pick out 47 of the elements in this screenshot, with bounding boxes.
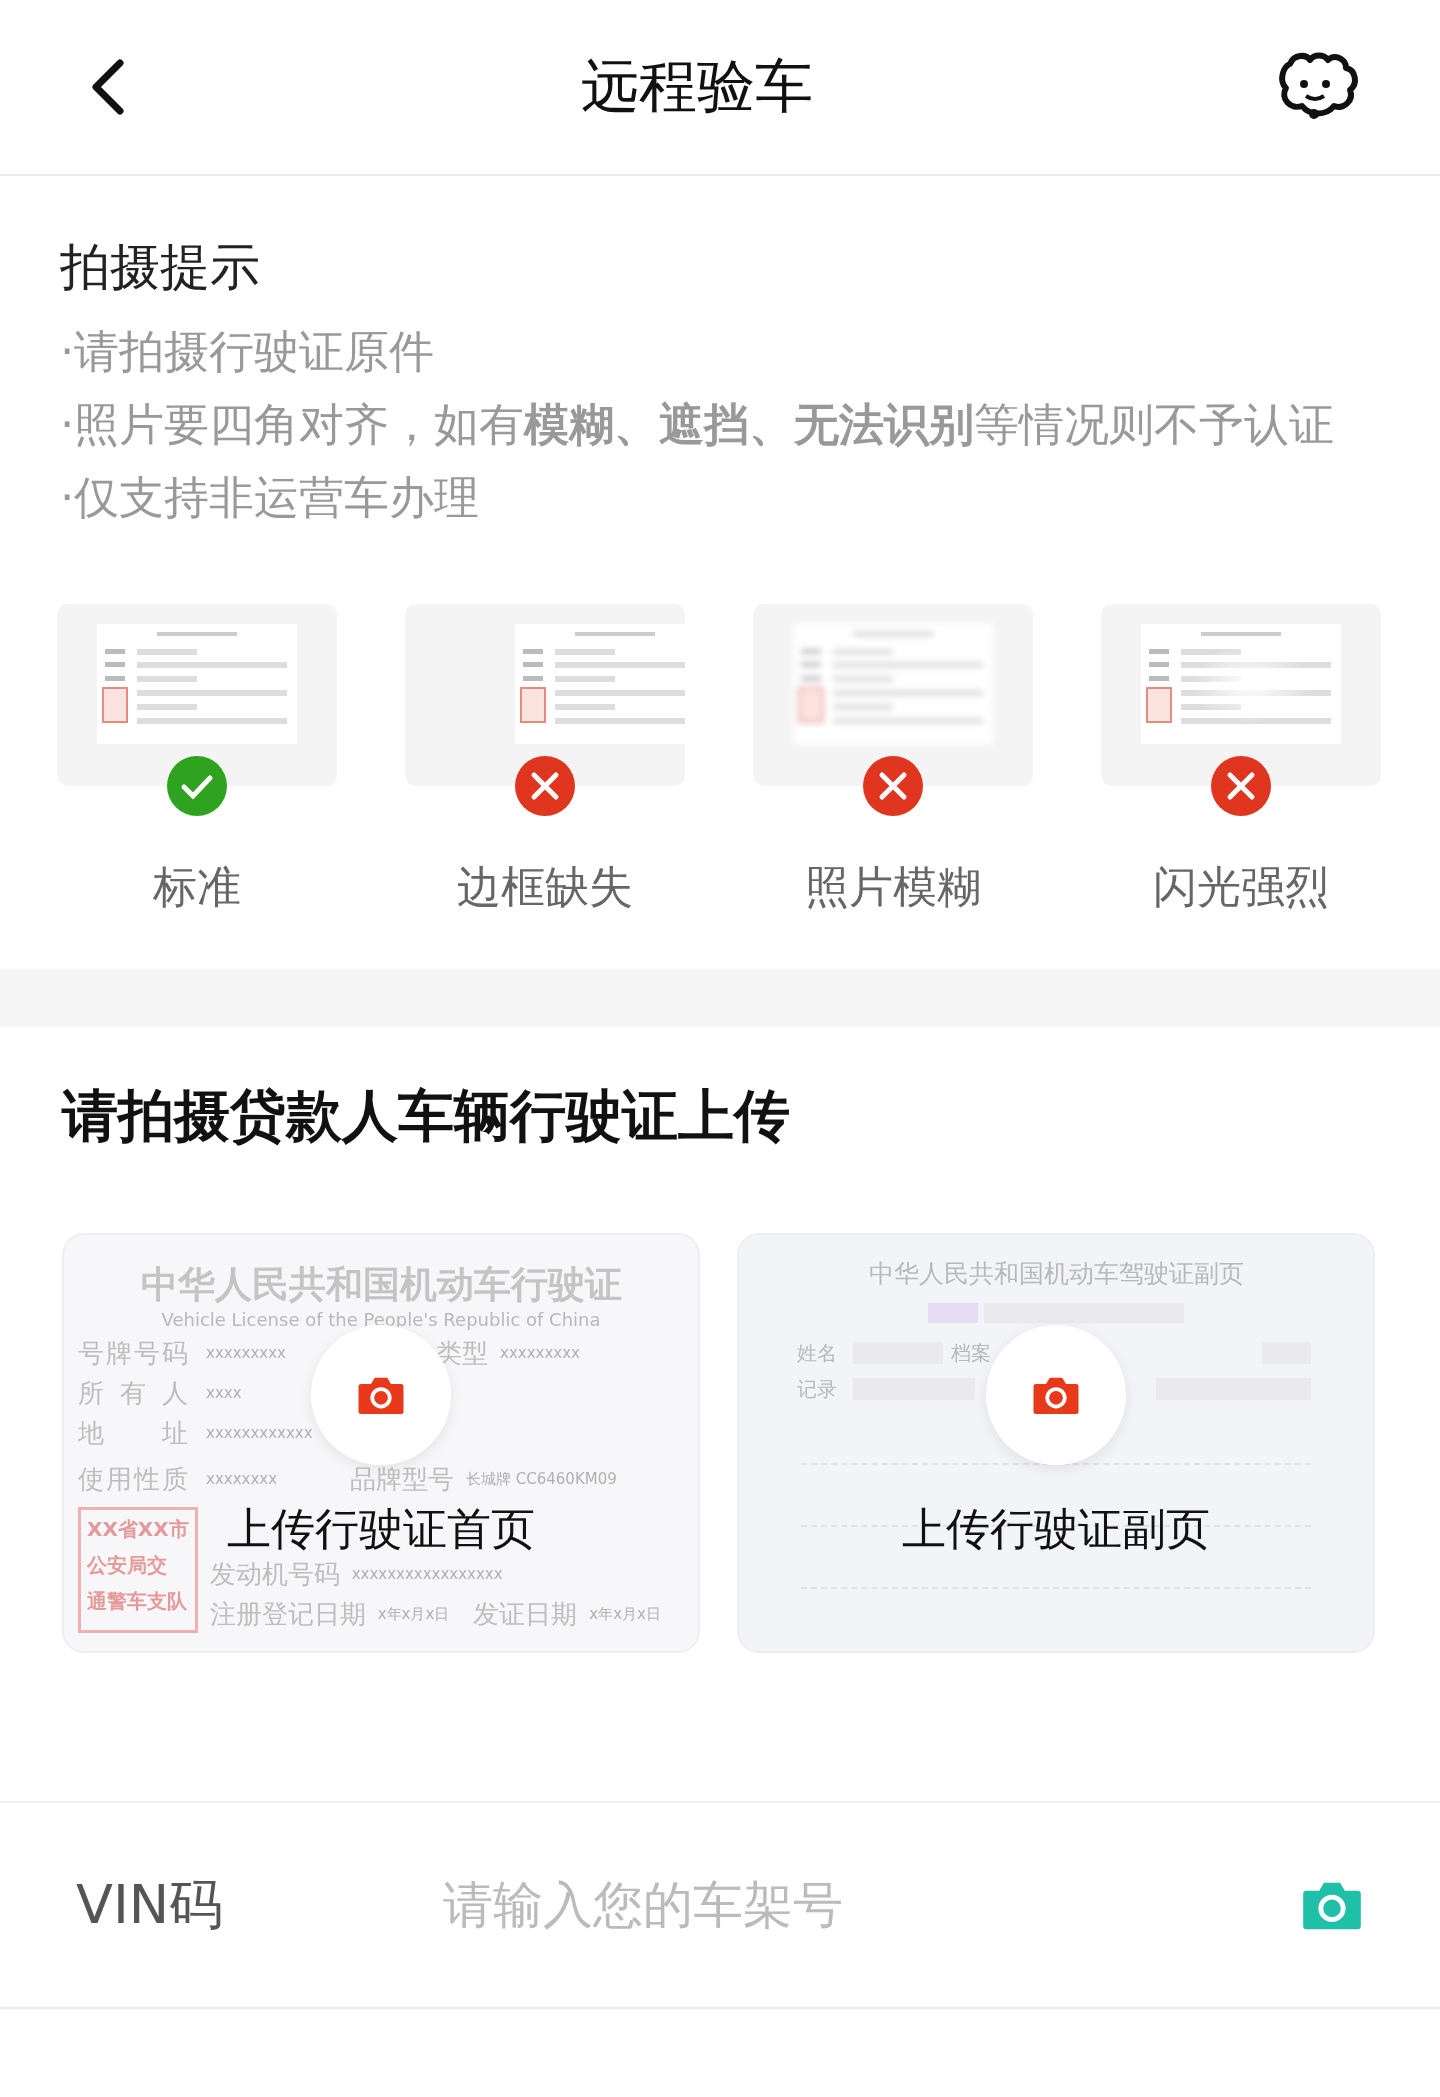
section-title: 拍摄提示 — [60, 237, 261, 298]
seal-text: 通警车支队 — [87, 1588, 188, 1615]
field-label: 注册登记日期 — [209, 1597, 366, 1631]
section-title: 请拍摄贷款人车辆行驶证上传 — [62, 1082, 791, 1150]
vin-input[interactable]: 请输入您的车架号 — [441, 1875, 1300, 1935]
field-value: xxxxxxxxxxxxxxxxx — [351, 1565, 503, 1583]
field-label: 品牌型号 — [350, 1462, 454, 1496]
field-value: xxxx — [206, 1384, 243, 1402]
field-label: 档案 — [951, 1339, 991, 1367]
upload-card[interactable]: 中华人民共和国机动车驾驶证副页 姓名 档案 记录 上传行驶证副页 — [737, 1233, 1375, 1653]
tip-text: ·请拍摄行驶证原件 — [60, 324, 436, 380]
field-value: xxxxxxxxx — [206, 1344, 287, 1362]
example-label: 边框缺失 — [457, 860, 633, 914]
field-value: xxxxxxxxx — [500, 1344, 580, 1362]
example-label: 标准 — [153, 860, 241, 914]
page-title: 远程验车 — [581, 51, 813, 122]
field-label: 记录 — [797, 1375, 837, 1403]
field-label: 姓名 — [797, 1339, 837, 1367]
license-subtitle: Vehicle License of the People's Republic of China — [160, 1308, 602, 1332]
field-value: xxxxxxxxxxxx — [206, 1424, 314, 1442]
field-label: 所有人 — [78, 1376, 188, 1410]
cross-icon — [515, 756, 575, 816]
field-label: 发动机号码 — [209, 1557, 340, 1591]
field-label: 地址 — [78, 1416, 188, 1450]
seal-text: 公安局交 — [87, 1552, 168, 1579]
field-value: 长城牌 CC6460KM09 — [466, 1469, 617, 1489]
example-label: 照片模糊 — [805, 860, 981, 914]
seal-text: XX省XX市 — [87, 1516, 189, 1543]
field-label: 使用性质 — [78, 1462, 188, 1496]
field-label: 发证日期 — [473, 1597, 578, 1631]
upload-label: 上传行驶证首页 — [227, 1503, 535, 1555]
cross-icon — [1211, 756, 1271, 816]
field-value: x年x月x日 — [377, 1604, 450, 1624]
license-title: 中华人民共和国机动车驾驶证副页 — [867, 1259, 1245, 1289]
back-icon[interactable] — [90, 59, 124, 115]
example-label: 闪光强烈 — [1153, 860, 1329, 914]
tip-text: ·仅支持非运营车办理 — [60, 470, 481, 526]
field-value: x年x月x日 — [589, 1604, 661, 1624]
field-label: VIN码 — [76, 1871, 225, 1938]
tag-bar — [928, 1303, 978, 1323]
cross-icon — [863, 756, 923, 816]
field-value: xxxxxxxx — [206, 1470, 278, 1488]
upload-card[interactable] — [62, 1233, 700, 1653]
check-icon — [167, 756, 227, 816]
field-label: 号牌号码 — [78, 1336, 188, 1370]
upload-label: 上传行驶证副页 — [902, 1503, 1210, 1555]
tip-text: ·照片要四角对齐，如有模糊、遮挡、无法识别等情况则不予认证 — [60, 397, 1336, 453]
